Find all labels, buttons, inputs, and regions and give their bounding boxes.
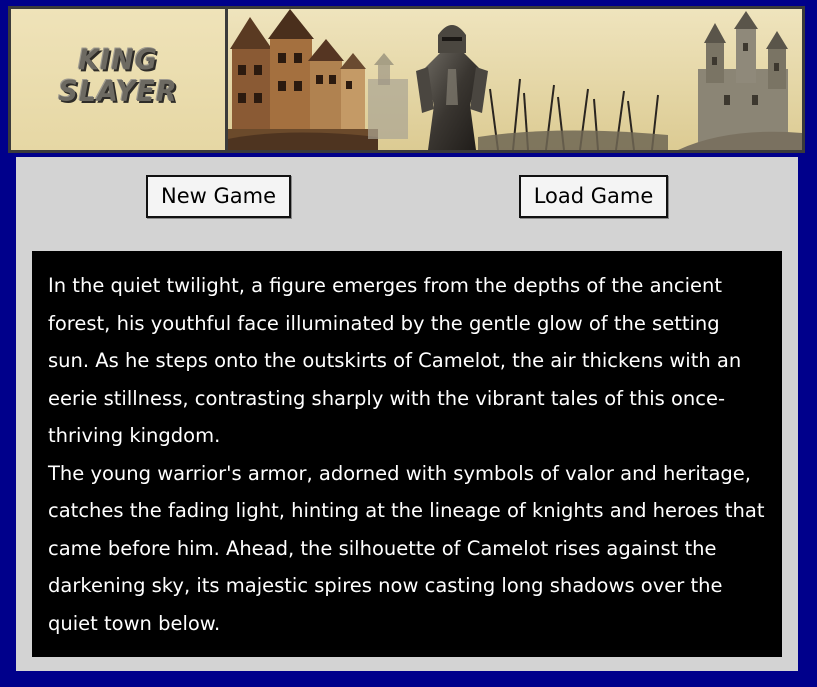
banner-artwork <box>228 9 802 150</box>
story-paragraph-1: In the quiet twilight, a figure emerges … <box>48 274 742 447</box>
story-paragraph-2: The young warrior's armor, adorned with … <box>48 461 765 635</box>
load-game-button[interactable]: Load Game <box>519 175 668 218</box>
game-logo-text: KING SLAYER <box>11 44 225 109</box>
story-text-box: In the quiet twilight, a figure emerges … <box>32 251 782 657</box>
main-menu-panel: New Game Load Game In the quiet twilight… <box>16 157 798 671</box>
logo-line-1: KING <box>78 44 158 77</box>
game-logo: KING SLAYER <box>11 9 228 150</box>
title-banner: KING SLAYER <box>8 6 805 153</box>
logo-line-2: SLAYER <box>58 75 178 109</box>
new-game-button[interactable]: New Game <box>146 175 291 218</box>
